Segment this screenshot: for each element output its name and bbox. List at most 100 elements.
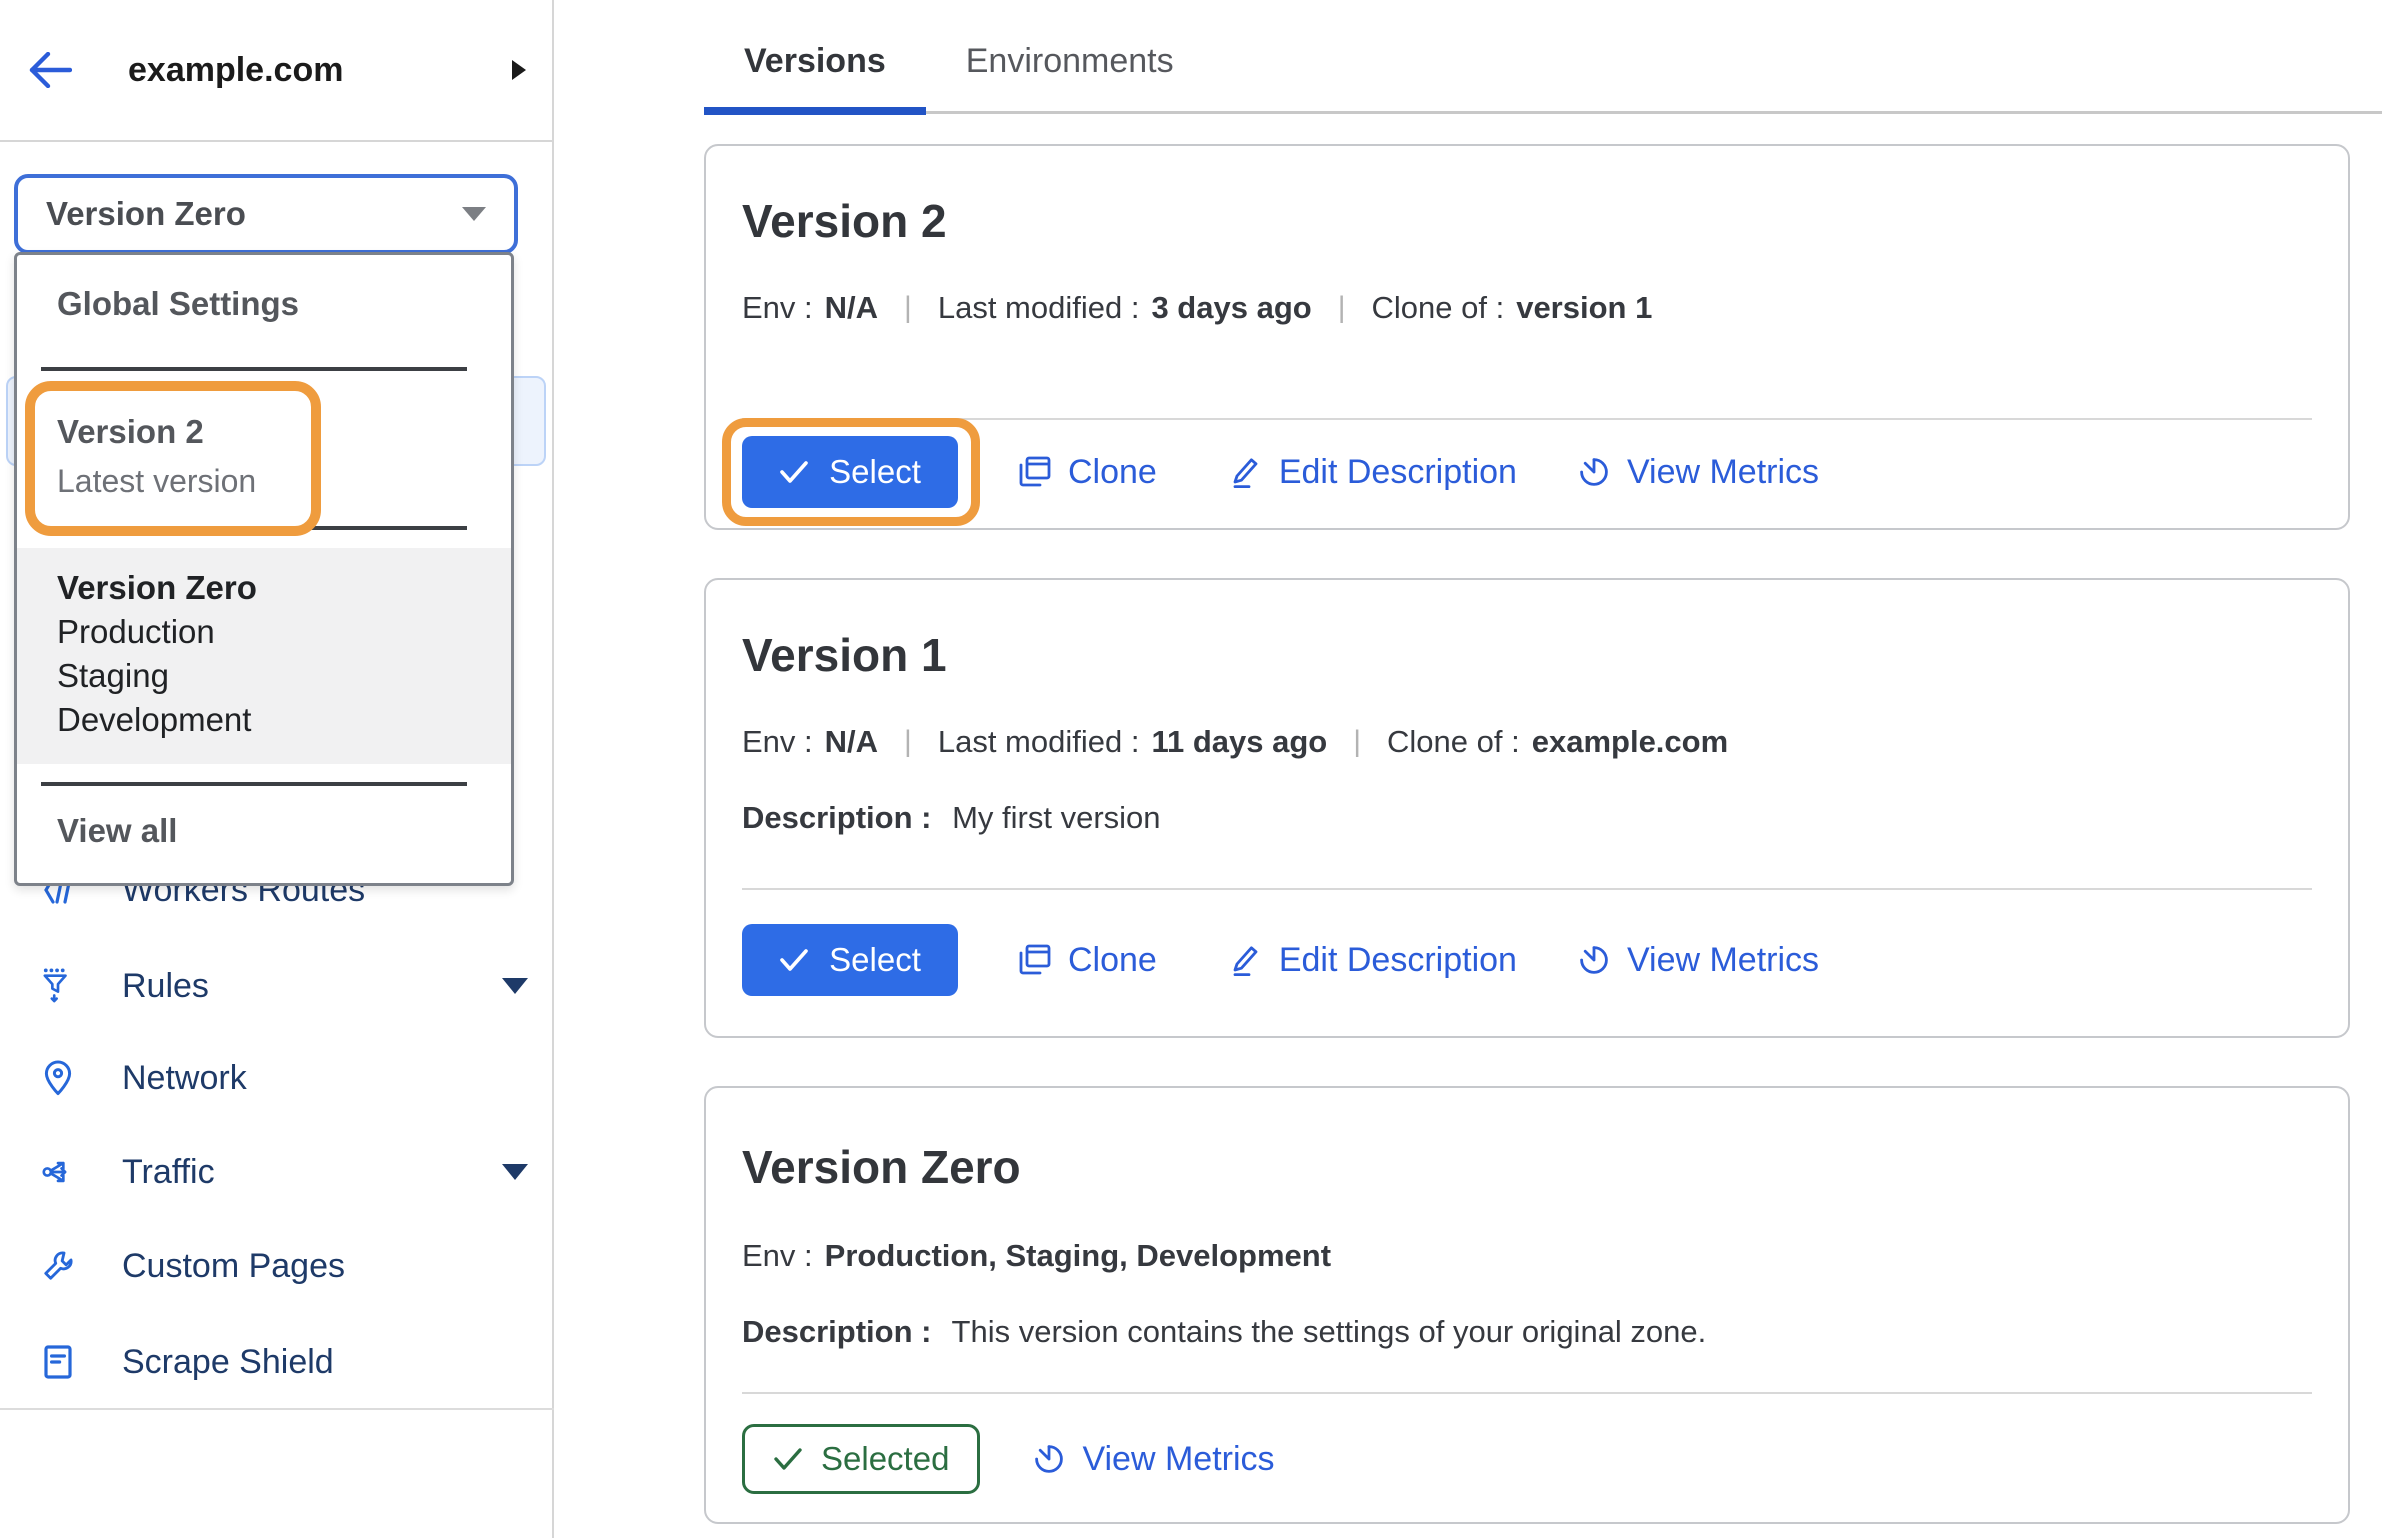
chevron-down-icon[interactable]	[502, 1164, 528, 1180]
map-pin-icon	[42, 1062, 74, 1094]
env-label: Env :	[742, 290, 813, 326]
pie-chart-icon	[1577, 455, 1611, 489]
card-actions: Select Clone Edit Description	[742, 924, 2312, 1036]
selected-button-label: Selected	[821, 1440, 949, 1478]
env-value: N/A	[825, 290, 878, 326]
version-card-title: Version 2	[742, 194, 2312, 248]
modified-label: Last modified :	[938, 724, 1140, 760]
description-value: This version contains the settings of yo…	[952, 1314, 1707, 1349]
clone-link-label: Clone	[1068, 941, 1157, 980]
tab-bar: Versions Environments	[704, 0, 2382, 114]
clone-link[interactable]: Clone	[1018, 453, 1157, 492]
zone-name: example.com	[128, 51, 343, 90]
version-card-title: Version 1	[742, 628, 2312, 682]
sidebar-item-rules[interactable]: Rules	[0, 942, 552, 1030]
view-metrics-link[interactable]: View Metrics	[1577, 453, 1819, 492]
view-metrics-link[interactable]: View Metrics	[1577, 941, 1819, 980]
env-value: N/A	[825, 724, 878, 760]
edit-description-label: Edit Description	[1279, 941, 1517, 980]
clone-link-label: Clone	[1068, 453, 1157, 492]
back-arrow-icon[interactable]	[26, 46, 74, 94]
check-icon	[779, 948, 809, 972]
version-card-version-zero: Version Zero Env : Production, Staging, …	[704, 1086, 2350, 1524]
meta-separator: |	[1338, 291, 1346, 325]
env-label: Env :	[742, 1238, 813, 1274]
clone-of-label: Clone of :	[1372, 290, 1505, 326]
chevron-down-icon[interactable]	[502, 978, 528, 994]
dropdown-divider	[41, 367, 467, 371]
meta-separator: |	[1353, 725, 1361, 759]
dropdown-item-view-all[interactable]: View all	[17, 786, 511, 880]
version-meta: Env : Production, Staging, Development	[742, 1238, 2312, 1274]
description-label: Description :	[742, 800, 931, 835]
caret-down-icon	[462, 207, 486, 221]
sidebar-footer-divider	[0, 1408, 554, 1410]
sidebar-item-label: Custom Pages	[122, 1247, 345, 1286]
edit-description-link[interactable]: Edit Description	[1229, 941, 1517, 980]
view-metrics-label: View Metrics	[1627, 941, 1819, 980]
main-content: Versions Environments Version 2 Env : N/…	[554, 0, 2382, 1538]
card-divider	[742, 1392, 2312, 1394]
clone-link[interactable]: Clone	[1018, 941, 1157, 980]
sidebar: example.com Version Zero Workers Routes …	[0, 0, 554, 1538]
dropdown-version-title: Version Zero	[57, 566, 471, 610]
sidebar-item-scrape-shield[interactable]: Scrape Shield	[0, 1318, 552, 1406]
tab-versions[interactable]: Versions	[704, 0, 926, 111]
edit-description-label: Edit Description	[1279, 453, 1517, 492]
version-selector[interactable]: Version Zero	[14, 174, 518, 254]
select-button[interactable]: Select	[742, 924, 958, 996]
meta-separator: |	[904, 291, 912, 325]
dropdown-item-version-zero[interactable]: Version Zero Production Staging Developm…	[17, 548, 511, 764]
pie-chart-icon	[1032, 1442, 1066, 1476]
version-card-version-1: Version 1 Env : N/A | Last modified : 11…	[704, 578, 2350, 1038]
check-icon	[779, 460, 809, 484]
sidebar-item-label: Rules	[122, 967, 209, 1006]
description-value: My first version	[952, 800, 1160, 835]
dropdown-env: Production	[57, 610, 471, 654]
description-label: Description :	[742, 1314, 931, 1349]
card-divider	[742, 418, 2312, 420]
env-label: Env :	[742, 724, 813, 760]
dropdown-item-version-2-annotated[interactable]: Version 2 Latest version	[25, 381, 321, 536]
dropdown-version-subtitle: Latest version	[57, 463, 291, 500]
clone-of-label: Clone of :	[1387, 724, 1520, 760]
wrench-icon	[42, 1250, 74, 1282]
dropdown-env: Staging	[57, 654, 471, 698]
clone-icon	[1018, 455, 1052, 489]
card-actions: Select Clone Edit Description	[742, 436, 2312, 528]
version-card-title: Version Zero	[742, 1140, 2312, 1194]
version-description: Description : My first version	[742, 800, 2312, 836]
meta-separator: |	[904, 725, 912, 759]
dropdown-item-global-settings[interactable]: Global Settings	[17, 255, 511, 323]
sidebar-item-label: Scrape Shield	[122, 1343, 334, 1382]
sidebar-item-custom-pages[interactable]: Custom Pages	[0, 1222, 552, 1310]
modified-value: 3 days ago	[1151, 290, 1311, 326]
card-divider	[742, 888, 2312, 890]
select-button[interactable]: Select	[742, 436, 958, 508]
edit-description-link[interactable]: Edit Description	[1229, 453, 1517, 492]
zone-header[interactable]: example.com	[0, 0, 552, 142]
select-button-label: Select	[829, 941, 921, 979]
sidebar-item-network[interactable]: Network	[0, 1034, 552, 1122]
dropdown-version-title: Version 2	[57, 413, 291, 451]
version-card-version-2: Version 2 Env : N/A | Last modified : 3 …	[704, 144, 2350, 530]
clone-icon	[1018, 943, 1052, 977]
view-metrics-link[interactable]: View Metrics	[1032, 1440, 1274, 1479]
caret-right-icon[interactable]	[512, 60, 526, 80]
clone-of-value: version 1	[1516, 290, 1652, 326]
filter-funnel-icon	[42, 970, 74, 1002]
pencil-icon	[1229, 455, 1263, 489]
modified-value: 11 days ago	[1151, 724, 1327, 760]
pie-chart-icon	[1577, 943, 1611, 977]
traffic-split-icon	[42, 1156, 74, 1188]
version-description: Description : This version contains the …	[742, 1314, 2312, 1350]
sidebar-item-traffic[interactable]: Traffic	[0, 1128, 552, 1216]
tab-environments[interactable]: Environments	[926, 0, 1214, 111]
view-metrics-label: View Metrics	[1627, 453, 1819, 492]
sidebar-item-label: Network	[122, 1059, 247, 1098]
version-meta: Env : N/A | Last modified : 3 days ago |…	[742, 290, 2312, 326]
selected-button[interactable]: Selected	[742, 1424, 980, 1494]
sidebar-item-label: Traffic	[122, 1153, 215, 1192]
version-dropdown-panel: Global Settings Version 2 Latest version…	[14, 252, 514, 886]
select-button-label: Select	[829, 453, 921, 491]
